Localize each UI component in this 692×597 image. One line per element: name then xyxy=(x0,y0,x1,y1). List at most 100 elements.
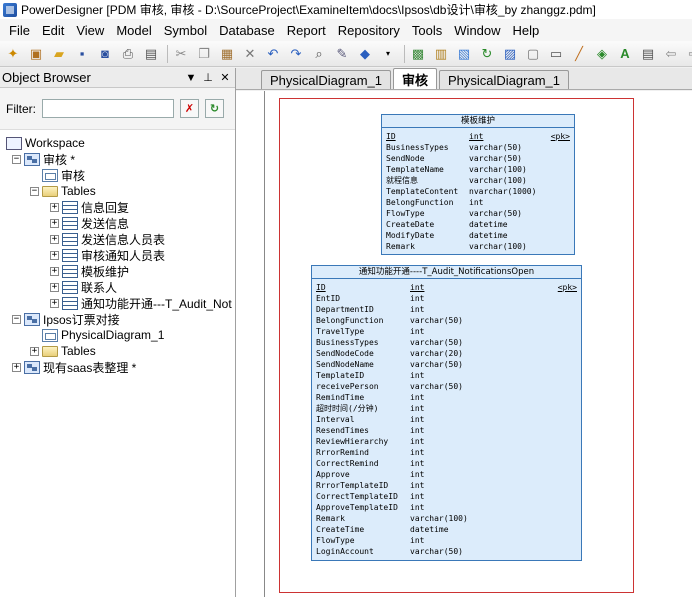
tree-node-model-shenhe[interactable]: − 审核 * xyxy=(0,151,235,167)
save-all-icon[interactable]: ◙ xyxy=(95,44,115,64)
tree-node-table[interactable]: + 发送信息 xyxy=(0,215,235,231)
column-key-flag: <pk> xyxy=(557,283,577,292)
menu-database[interactable]: Database xyxy=(213,23,281,38)
column-type: varchar(50) xyxy=(469,209,522,218)
cut-icon[interactable]: ✂ xyxy=(171,44,191,64)
expand-icon[interactable]: + xyxy=(50,250,59,260)
forward-arrow-icon[interactable]: ⇨ xyxy=(684,44,692,64)
expand-icon[interactable]: + xyxy=(50,282,59,292)
column-key-flag xyxy=(485,458,577,469)
tab-diagram-2[interactable]: 审核 xyxy=(393,68,438,89)
tree-node-tables-folder[interactable]: − Tables xyxy=(0,183,235,199)
copy-icon[interactable]: ❐ xyxy=(194,44,214,64)
compare-icon[interactable]: ▧ xyxy=(454,44,474,64)
check-model-icon[interactable]: ◆ xyxy=(355,44,375,64)
back-arrow-icon[interactable]: ⇦ xyxy=(661,44,681,64)
new-model-icon[interactable]: ▣ xyxy=(26,44,46,64)
menu-window[interactable]: Window xyxy=(448,23,506,38)
column-name: ID xyxy=(386,132,396,141)
menu-edit[interactable]: Edit xyxy=(36,23,70,38)
menu-symbol[interactable]: Symbol xyxy=(158,23,213,38)
tree-node-physical-diagram[interactable]: PhysicalDiagram_1 xyxy=(0,327,235,343)
paste-icon[interactable]: ▦ xyxy=(217,44,237,64)
table-icon xyxy=(62,264,78,278)
close-icon[interactable]: ✕ xyxy=(218,71,232,84)
save-icon[interactable]: ▪ xyxy=(72,44,92,64)
reverse-engineer-icon[interactable]: ▥ xyxy=(431,44,451,64)
menu-repository[interactable]: Repository xyxy=(332,23,406,38)
column-name: CorrectRemind xyxy=(316,459,379,468)
panel-menu-icon[interactable]: ▼ xyxy=(184,72,198,84)
shape-icon[interactable]: ▢ xyxy=(523,44,543,64)
tree-node-tables-folder-ipsos[interactable]: + Tables xyxy=(0,343,235,359)
expand-icon[interactable]: + xyxy=(50,202,59,212)
refresh-icon[interactable]: ↻ xyxy=(477,44,497,64)
menu-file[interactable]: File xyxy=(3,23,36,38)
expand-icon[interactable]: + xyxy=(50,218,59,228)
tree-node-diagram-shenhe[interactable]: 审核 xyxy=(0,167,235,183)
filter-input[interactable] xyxy=(42,99,174,118)
tab-diagram-1[interactable]: PhysicalDiagram_1 xyxy=(261,70,391,89)
column-key-flag xyxy=(544,186,570,197)
collapse-icon[interactable]: − xyxy=(12,154,21,164)
column-type: varchar(100) xyxy=(410,514,468,523)
column-key-flag xyxy=(485,469,577,480)
expand-icon[interactable]: + xyxy=(50,234,59,244)
open-folder-icon[interactable]: ▰ xyxy=(49,44,69,64)
find-icon[interactable]: ⌕ xyxy=(309,44,329,64)
tree-node-table[interactable]: + 信息回复 xyxy=(0,199,235,215)
menu-report[interactable]: Report xyxy=(281,23,332,38)
menu-model[interactable]: Model xyxy=(110,23,157,38)
pin-icon[interactable]: ⊥ xyxy=(201,71,215,84)
expand-icon[interactable]: + xyxy=(50,298,59,308)
entity-column-row: TemplateContent nvarchar(1000) xyxy=(386,186,570,197)
expand-icon[interactable]: + xyxy=(30,346,39,356)
redo-icon[interactable]: ↷ xyxy=(286,44,306,64)
dropdown-arrow-icon[interactable]: ▾ xyxy=(378,44,398,64)
clear-filter-icon[interactable]: ✗ xyxy=(180,99,199,118)
expand-icon[interactable]: + xyxy=(50,266,59,276)
collapse-icon[interactable]: − xyxy=(12,314,21,324)
tree-node-table[interactable]: + 发送信息人员表 xyxy=(0,231,235,247)
new-icon[interactable]: ✦ xyxy=(3,44,23,64)
tree-node-model-saas[interactable]: + 现有saas表整理 * xyxy=(0,359,235,375)
column-type: varchar(50) xyxy=(469,154,522,163)
table-name: 模板维护 xyxy=(81,264,130,279)
brush-icon[interactable]: ╱ xyxy=(569,44,589,64)
menu-view[interactable]: View xyxy=(70,23,110,38)
filter-label: Filter: xyxy=(6,101,36,116)
table-icon xyxy=(62,296,78,310)
column-key-flag xyxy=(544,142,570,153)
delete-icon[interactable]: ✕ xyxy=(240,44,260,64)
tree-node-table[interactable]: + 模板维护 xyxy=(0,263,235,279)
tree-node-table[interactable]: + 联系人 xyxy=(0,279,235,295)
diagram-canvas[interactable]: 模板维护 ID int <pk> BusinessTypes varchar(50) Se… xyxy=(236,91,692,597)
entity-template-maintenance[interactable]: 模板维护 ID int <pk> BusinessTypes varchar(50) Se… xyxy=(381,114,575,255)
tab-diagram-3[interactable]: PhysicalDiagram_1 xyxy=(439,70,570,89)
menu-help[interactable]: Help xyxy=(507,23,546,38)
print-preview-icon[interactable]: ▤ xyxy=(141,44,161,64)
text-color-icon[interactable]: A xyxy=(615,44,635,64)
entity-notifications-open[interactable]: 通知功能开通----T_Audit_NotificationsOpen ID in… xyxy=(311,265,582,561)
column-name: receivePerson xyxy=(316,382,379,391)
tree-node-workspace[interactable]: Workspace xyxy=(0,135,235,151)
apply-icon[interactable]: ▨ xyxy=(500,44,520,64)
apply-filter-icon[interactable]: ↻ xyxy=(205,99,224,118)
generate-icon[interactable]: ▩ xyxy=(408,44,428,64)
column-type: int xyxy=(410,294,425,303)
tree-node-table[interactable]: + 通知功能开通---T_Audit_Not xyxy=(0,295,235,311)
collapse-icon[interactable]: − xyxy=(30,186,39,196)
expand-icon[interactable]: + xyxy=(12,362,21,372)
format-icon[interactable]: ▭ xyxy=(546,44,566,64)
column-name: BelongFunction xyxy=(386,198,454,207)
physical-model-icon xyxy=(24,312,40,326)
fill-color-icon[interactable]: ◈ xyxy=(592,44,612,64)
tree-node-table[interactable]: + 审核通知人员表 xyxy=(0,247,235,263)
print-icon[interactable]: ⎙ xyxy=(118,44,138,64)
menu-tools[interactable]: Tools xyxy=(406,23,448,38)
properties-icon[interactable]: ✎ xyxy=(332,44,352,64)
undo-icon[interactable]: ↶ xyxy=(263,44,283,64)
tree-node-model-ipsos[interactable]: − Ipsos订票对接 xyxy=(0,311,235,327)
font-icon[interactable]: ▤ xyxy=(638,44,658,64)
column-key-flag xyxy=(485,546,577,557)
